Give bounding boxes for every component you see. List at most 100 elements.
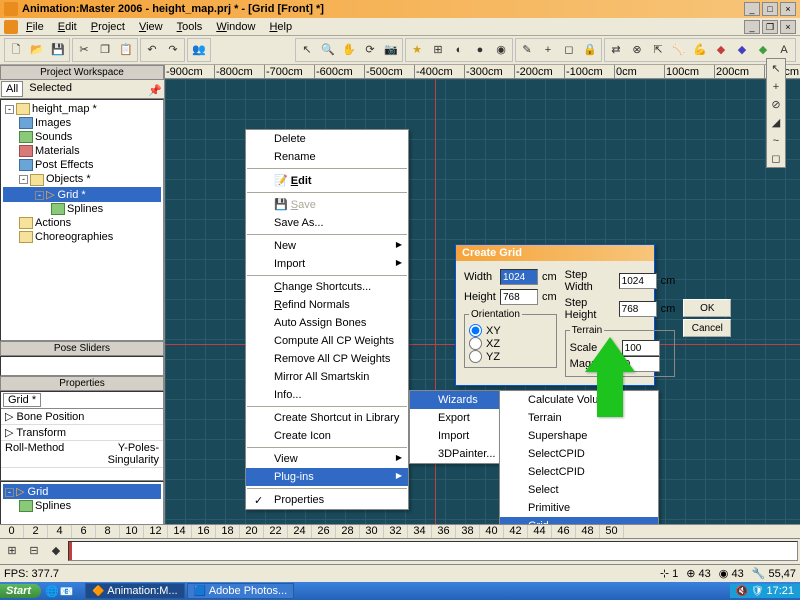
- radio-yz[interactable]: [469, 350, 482, 363]
- timeline[interactable]: 0246810121416182022242628303234363840424…: [0, 524, 800, 564]
- zoom-tool[interactable]: 🔍: [318, 40, 338, 60]
- ctx-view[interactable]: View: [246, 450, 408, 468]
- input-steph[interactable]: [619, 301, 657, 317]
- bones-tool[interactable]: 🦴: [669, 40, 689, 60]
- ctx-import[interactable]: Import: [246, 255, 408, 273]
- tl-mode2[interactable]: ⊟: [24, 541, 44, 561]
- ctx3-selectcpid2[interactable]: SelectCPID: [500, 463, 658, 481]
- camera-tool[interactable]: 📷: [381, 40, 401, 60]
- cancel-button[interactable]: Cancel: [683, 319, 731, 337]
- rtool-add[interactable]: +: [767, 77, 785, 95]
- rtool-break[interactable]: ⊘: [767, 95, 785, 113]
- muscle-tool[interactable]: 💪: [690, 40, 710, 60]
- ctx-mirror[interactable]: Mirror All Smartskin: [246, 368, 408, 386]
- community-button[interactable]: 👥: [189, 40, 209, 60]
- copy-button[interactable]: ❐: [95, 40, 115, 60]
- ctx-delete[interactable]: Delete: [246, 130, 408, 148]
- redo-button[interactable]: ↷: [163, 40, 183, 60]
- ctx-remove[interactable]: Remove All CP Weights: [246, 350, 408, 368]
- pin-icon[interactable]: 📌: [147, 81, 163, 95]
- rtool-peak[interactable]: ◢: [767, 113, 785, 131]
- new-button[interactable]: 🗋: [6, 40, 26, 60]
- text-tool[interactable]: A: [774, 40, 794, 60]
- ctx-plugins[interactable]: Plug-ins: [246, 468, 408, 486]
- tree-splines[interactable]: Splines: [3, 202, 161, 216]
- properties-panel[interactable]: Grid * ▷ Bone Position ▷ Transform Roll-…: [0, 391, 164, 481]
- edit-tool[interactable]: ✎: [517, 40, 537, 60]
- mdi-close[interactable]: ×: [780, 20, 796, 34]
- prop-transform[interactable]: ▷ Transform: [1, 425, 163, 441]
- tl-key[interactable]: ◆: [46, 541, 66, 561]
- star-tool[interactable]: ★: [407, 40, 427, 60]
- ctx-libshortcut[interactable]: Create Shortcut in Library: [246, 409, 408, 427]
- ctx-properties[interactable]: Properties: [246, 491, 408, 509]
- radio-xz[interactable]: [469, 337, 482, 350]
- tree-materials[interactable]: Materials: [3, 144, 161, 158]
- tab-all[interactable]: All: [1, 81, 23, 97]
- ctx3-select[interactable]: Select: [500, 481, 658, 499]
- distort-tool[interactable]: ◆: [711, 40, 731, 60]
- hide-tool[interactable]: ◻: [559, 40, 579, 60]
- maximize-button[interactable]: □: [762, 2, 778, 16]
- task-photoshop[interactable]: 🟦 Adobe Photos...: [187, 583, 295, 599]
- tree-posteffects[interactable]: Post Effects: [3, 158, 161, 172]
- shaded-button[interactable]: ◐: [449, 40, 469, 60]
- ok-button[interactable]: OK: [683, 299, 731, 317]
- ctx-info[interactable]: Info...: [246, 386, 408, 404]
- ctx3-selectcpid1[interactable]: SelectCPID: [500, 445, 658, 463]
- timeline-cursor[interactable]: [69, 542, 72, 560]
- ctx-edit[interactable]: 📝 Edit: [246, 171, 408, 190]
- radio-xy[interactable]: [469, 324, 482, 337]
- prop-bone[interactable]: ▷ Bone Position: [1, 409, 163, 425]
- decal-tool[interactable]: ◆: [732, 40, 752, 60]
- close-button[interactable]: ×: [780, 2, 796, 16]
- menu-help[interactable]: Help: [263, 20, 298, 34]
- tree-sounds[interactable]: Sounds: [3, 130, 161, 144]
- project-tree[interactable]: -height_map * Images Sounds Materials Po…: [0, 99, 164, 341]
- open-button[interactable]: 📂: [27, 40, 47, 60]
- move-tool[interactable]: ✋: [339, 40, 359, 60]
- tl-mode1[interactable]: ⊞: [2, 541, 22, 561]
- ctx-saveas[interactable]: Save As...: [246, 214, 408, 232]
- rtool-smooth[interactable]: ~: [767, 131, 785, 149]
- lock-tool[interactable]: 🔒: [580, 40, 600, 60]
- rtool-pointer[interactable]: ↖: [767, 59, 785, 77]
- ctx-shortcuts[interactable]: Change Shortcuts...: [246, 278, 408, 296]
- start-button[interactable]: Start: [0, 584, 41, 598]
- ctx-autobones[interactable]: Auto Assign Bones: [246, 314, 408, 332]
- tree-actions[interactable]: Actions: [3, 216, 161, 230]
- menu-project[interactable]: Project: [85, 20, 131, 34]
- input-height[interactable]: [500, 289, 538, 305]
- menu-edit[interactable]: Edit: [52, 20, 83, 34]
- menu-file[interactable]: FFileile: [20, 20, 50, 34]
- mirror-tool[interactable]: ⇄: [606, 40, 626, 60]
- mdi-restore[interactable]: ❐: [762, 20, 778, 34]
- rtool-hide[interactable]: ◻: [767, 149, 785, 167]
- ctx-new[interactable]: New: [246, 237, 408, 255]
- ctx3-supershape[interactable]: Supershape: [500, 427, 658, 445]
- task-animation-master[interactable]: 🔶 Animation:M...: [85, 583, 185, 599]
- prop-roll[interactable]: Roll-MethodY-Poles-Singularity: [1, 441, 163, 468]
- wireframe-button[interactable]: ⊞: [428, 40, 448, 60]
- pointer-tool[interactable]: ↖: [297, 40, 317, 60]
- paste-button[interactable]: 📋: [116, 40, 136, 60]
- ctx-createicon[interactable]: Create Icon: [246, 427, 408, 445]
- ctx-compute[interactable]: Compute All CP Weights: [246, 332, 408, 350]
- tree-root[interactable]: -height_map *: [3, 102, 161, 116]
- input-width[interactable]: [500, 269, 538, 285]
- group-tool[interactable]: ◆: [753, 40, 773, 60]
- add-tool[interactable]: +: [538, 40, 558, 60]
- tree-choreographies[interactable]: Choreographies: [3, 230, 161, 244]
- input-stepw[interactable]: [619, 273, 657, 289]
- sub-grid[interactable]: -▷ Grid: [3, 484, 161, 499]
- lathe-tool[interactable]: ⊗: [627, 40, 647, 60]
- quicklaunch-icon[interactable]: 🌐: [45, 585, 59, 598]
- menu-window[interactable]: Window: [210, 20, 261, 34]
- menu-tools[interactable]: Tools: [171, 20, 209, 34]
- final-button[interactable]: ◉: [491, 40, 511, 60]
- save-button[interactable]: 💾: [48, 40, 68, 60]
- ctx3-primitive[interactable]: Primitive: [500, 499, 658, 517]
- undo-button[interactable]: ↶: [142, 40, 162, 60]
- tab-selected[interactable]: Selected: [25, 81, 76, 97]
- ctx-refind[interactable]: Refind Normals: [246, 296, 408, 314]
